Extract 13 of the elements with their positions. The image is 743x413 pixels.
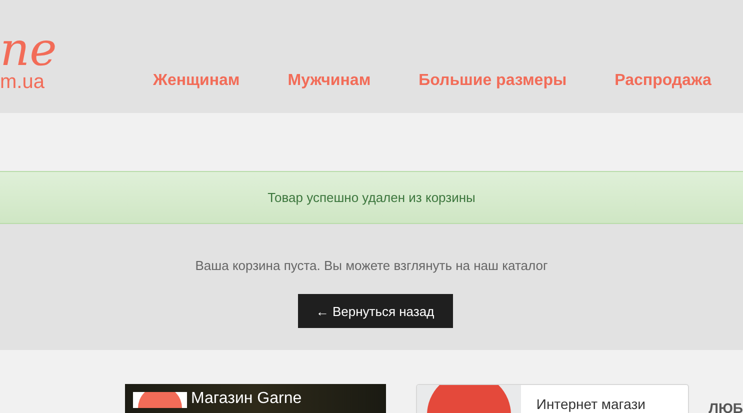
- nav-link[interactable]: Мужчинам: [288, 72, 371, 90]
- nav-link[interactable]: Распродажа: [614, 72, 712, 90]
- page-title[interactable]: Магазин Garne: [191, 390, 302, 408]
- profile-title[interactable]: Интернет магази: [521, 385, 646, 413]
- nav-link[interactable]: Большие размеры: [418, 72, 567, 90]
- alert-text: Товар успешно удален из корзины: [268, 190, 476, 205]
- side-heading: ЛЮБ: [708, 400, 743, 413]
- logo-domain: m.ua: [0, 72, 46, 92]
- nav-link[interactable]: Женщинам: [153, 72, 240, 90]
- page-avatar: [133, 392, 187, 408]
- logo-script: ne: [0, 24, 58, 74]
- back-button[interactable]: ← Вернуться назад: [298, 294, 452, 328]
- empty-cart-message: Ваша корзина пуста. Вы можете взглянуть на наш каталог: [195, 258, 548, 273]
